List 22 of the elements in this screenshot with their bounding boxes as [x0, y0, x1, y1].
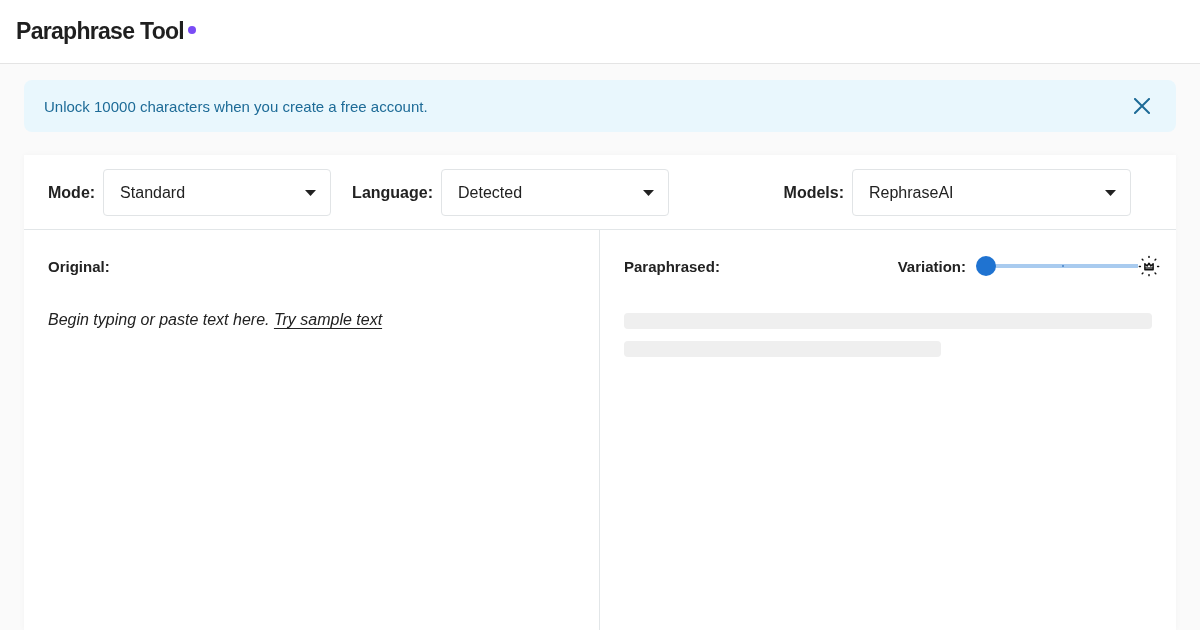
sample-text-link[interactable]: Try sample text — [273, 311, 383, 328]
app-title: Paraphrase Tool — [16, 18, 185, 45]
dropdown-label: Mode: — [48, 183, 96, 202]
caret-icon — [643, 189, 654, 196]
crown-icon[interactable] — [1138, 255, 1160, 277]
dropdown-label: Models: — [783, 183, 844, 202]
placeholder-text: Begin typing or paste text here. — [48, 311, 270, 328]
dot-icon — [188, 26, 197, 34]
dropdown[interactable]: RephraseAI — [852, 169, 1131, 216]
banner-message: Unlock 10000 characters when you create a free account. — [44, 97, 428, 115]
close-button[interactable] — [1132, 96, 1152, 116]
text-editor[interactable]: Begin typing or paste text here. Try sample text — [48, 310, 583, 630]
dropdown-label: Language: — [352, 183, 433, 202]
close-icon — [1134, 98, 1150, 114]
caret-icon — [305, 189, 317, 196]
dropdown[interactable]: Detected — [441, 169, 669, 216]
slider-thumb[interactable] — [976, 256, 996, 276]
caret-icon — [1105, 189, 1116, 196]
dropdown[interactable]: Standard — [103, 169, 332, 216]
pane-heading: Paraphrased: — [624, 257, 720, 275]
slider-label: Variation: — [897, 257, 966, 275]
pane-heading: Original: — [48, 257, 110, 275]
